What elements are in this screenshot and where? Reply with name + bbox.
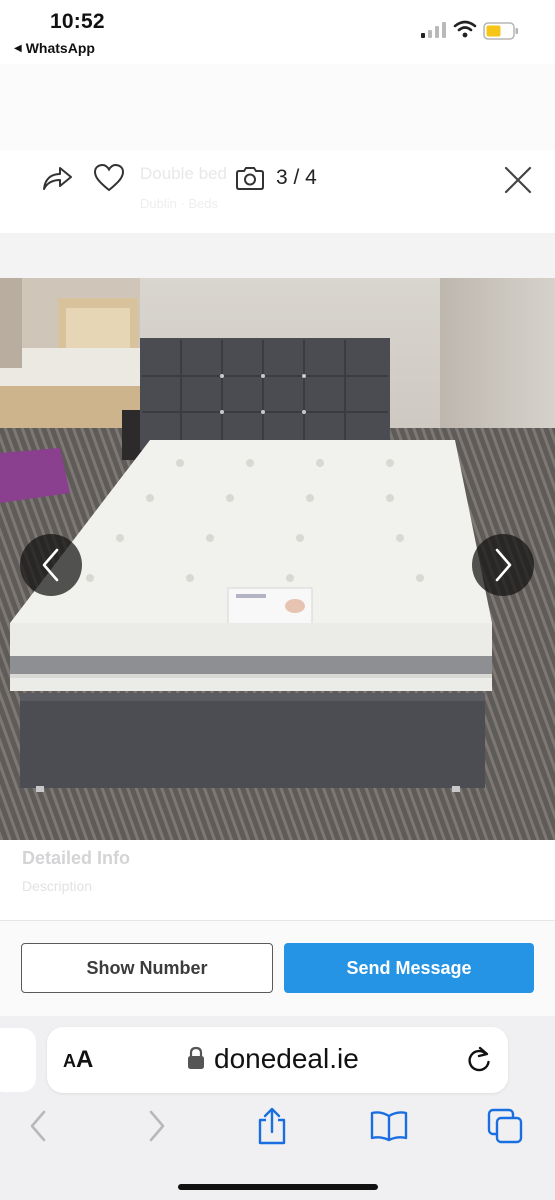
bookmarks-icon[interactable] [369,1106,409,1146]
status-time: 10:52 [50,10,105,33]
back-to-app[interactable]: ◀ WhatsApp [14,40,95,56]
show-number-button[interactable]: Show Number [21,943,273,993]
close-icon[interactable] [502,164,534,196]
chevron-right-icon [495,548,512,582]
wifi-icon [453,20,477,38]
url-text[interactable]: donedeal.ie [214,1043,359,1075]
signal-icon [421,22,446,38]
camera-icon [236,167,264,190]
lock-icon [188,1046,204,1069]
previous-tab-peek[interactable] [0,1028,36,1092]
share-sheet-icon[interactable] [252,1106,292,1146]
photo-counter: 3 / 4 [276,166,317,189]
description-label: Description [22,878,93,894]
share-icon[interactable] [40,162,74,194]
ghost-subtitle: Dublin · Beds [140,196,219,211]
forward-icon[interactable] [137,1106,177,1146]
home-indicator [178,1184,378,1190]
heart-icon[interactable] [93,162,125,194]
faded-page [0,64,555,160]
gallery-header [0,150,555,230]
next-photo-button[interactable] [472,534,534,596]
battery-icon [483,22,518,40]
send-message-button[interactable]: Send Message [284,943,534,993]
back-app-label: WhatsApp [25,40,95,56]
detailed-info-heading: Detailed Info [22,848,131,868]
reload-icon[interactable] [466,1046,492,1074]
chevron-left-icon [42,548,59,582]
ghost-title: Double bed [140,164,227,183]
prev-photo-button[interactable] [20,534,82,596]
tabs-icon[interactable] [485,1106,525,1146]
reader-settings-button[interactable]: AA [63,1046,93,1074]
back-icon[interactable] [18,1106,58,1146]
gallery-band [0,233,555,279]
back-triangle-icon: ◀ [14,42,22,54]
